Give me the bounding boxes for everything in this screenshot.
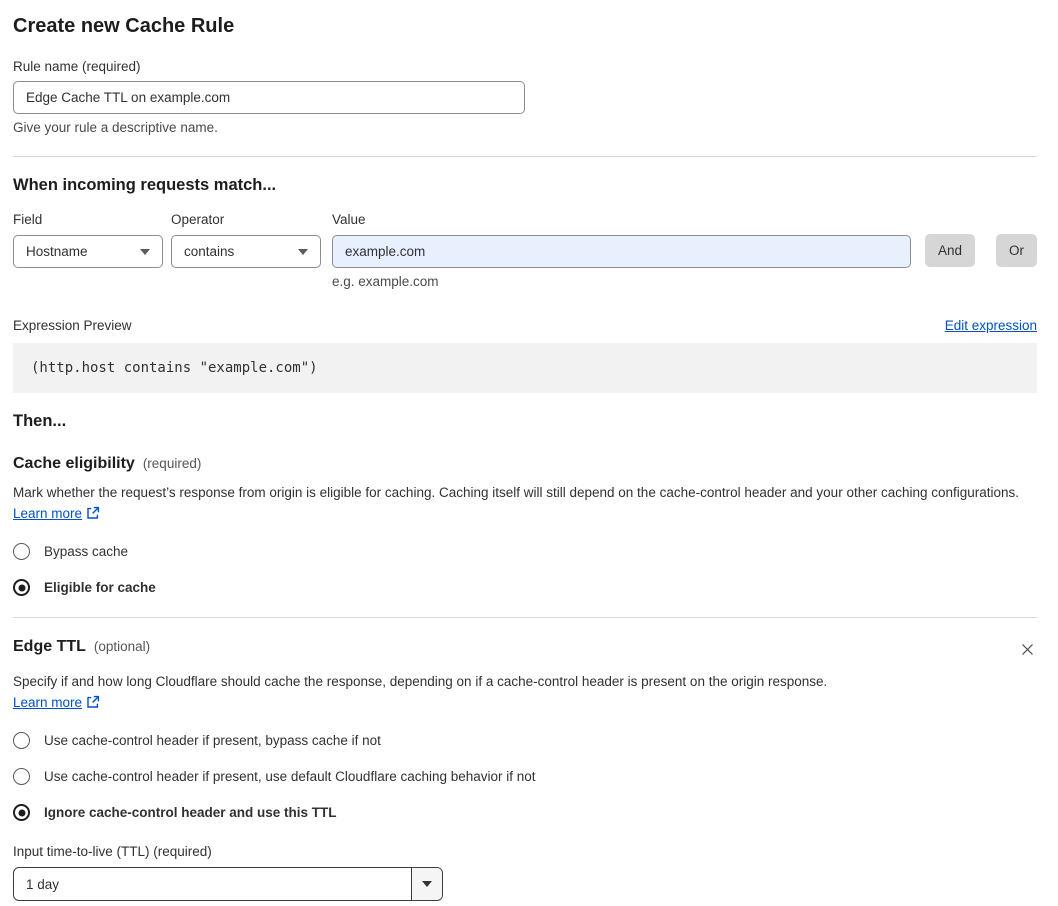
radio-icon[interactable] (13, 768, 30, 785)
rule-name-helper: Give your rule a descriptive name. (13, 120, 218, 135)
ttl-input-group: Input time-to-live (TTL) (required) 1 da… (13, 844, 1037, 901)
radio-label: Use cache-control header if present, use… (44, 769, 536, 784)
section-divider (13, 617, 1037, 618)
required-tag: (required) (142, 456, 202, 471)
section-divider (13, 156, 1037, 157)
close-icon (1022, 644, 1033, 655)
close-edge-ttl-button[interactable] (1018, 640, 1037, 662)
expression-preview-row: Expression Preview Edit expression (13, 318, 1037, 333)
radio-icon[interactable] (13, 804, 30, 821)
cache-eligibility-section: Cache eligibility (required) Mark whethe… (13, 455, 1037, 596)
radio-option-ignore-header-use-ttl[interactable]: Ignore cache-control header and use this… (13, 804, 1037, 821)
chevron-down-icon (140, 248, 150, 255)
radio-option-use-header-default[interactable]: Use cache-control header if present, use… (13, 768, 1037, 785)
match-heading: When incoming requests match... (13, 176, 277, 194)
value-label: Value (332, 212, 366, 227)
radio-icon[interactable] (13, 579, 30, 596)
operator-select-value: contains (184, 244, 235, 259)
learn-more-link[interactable]: Learn more (13, 506, 82, 521)
page-title: Create new Cache Rule (13, 15, 235, 37)
radio-label: Ignore cache-control header and use this… (44, 805, 337, 820)
operator-select[interactable]: contains (171, 235, 321, 268)
radio-label: Bypass cache (44, 544, 129, 559)
edit-expression-link[interactable]: Edit expression (945, 318, 1037, 333)
ttl-select-arrow-button[interactable] (411, 868, 442, 900)
radio-label: Eligible for cache (44, 580, 156, 595)
external-link-icon (87, 506, 100, 519)
radio-option-eligible-for-cache[interactable]: Eligible for cache (13, 579, 1037, 596)
edge-ttl-description-text: Specify if and how long Cloudflare shoul… (13, 674, 828, 689)
field-select[interactable]: Hostname (13, 235, 163, 268)
ttl-select[interactable]: 1 day (13, 867, 443, 901)
chevron-down-icon (298, 248, 308, 255)
rule-name-label: Rule name (required) (13, 59, 141, 74)
radio-icon[interactable] (13, 543, 30, 560)
value-column: Value e.g. example.com (332, 212, 911, 289)
value-helper: e.g. example.com (332, 274, 439, 289)
operator-column: Operator contains (171, 212, 321, 268)
ttl-select-value: 1 day (26, 876, 60, 892)
field-label: Field (13, 212, 43, 227)
operator-label: Operator (171, 212, 225, 227)
radio-option-bypass-cache[interactable]: Bypass cache (13, 543, 1037, 560)
optional-tag: (optional) (93, 639, 151, 654)
chevron-down-icon (422, 881, 432, 887)
cache-eligibility-heading-row: Cache eligibility (required) (13, 455, 1037, 473)
edge-ttl-section: Edge TTL (optional) Specify if and how l… (13, 638, 1037, 901)
edge-ttl-heading-row: Edge TTL (optional) (13, 638, 150, 656)
cache-eligibility-heading: Cache eligibility (13, 455, 135, 472)
value-input[interactable] (332, 235, 911, 268)
radio-label: Use cache-control header if present, byp… (44, 733, 381, 748)
match-row: Field Hostname Operator contains Value e… (13, 212, 1037, 289)
edge-ttl-header-row: Edge TTL (optional) (13, 638, 1037, 662)
rule-name-input[interactable] (13, 81, 525, 114)
ttl-label: Input time-to-live (TTL) (required) (13, 844, 212, 859)
create-cache-rule-form: Create new Cache Rule Rule name (require… (0, 0, 1058, 901)
cache-eligibility-description-text: Mark whether the request’s response from… (13, 485, 1020, 500)
external-link-icon (87, 695, 100, 708)
radio-option-use-header-bypass[interactable]: Use cache-control header if present, byp… (13, 732, 1037, 749)
cache-eligibility-description: Mark whether the request’s response from… (13, 482, 1025, 524)
field-select-value: Hostname (26, 244, 88, 259)
radio-icon[interactable] (13, 732, 30, 749)
and-button[interactable]: And (924, 234, 975, 267)
expression-preview-label: Expression Preview (13, 318, 132, 333)
rule-name-group: Rule name (required) Give your rule a de… (13, 59, 1037, 135)
expression-code-block: (http.host contains "example.com") (13, 343, 1037, 393)
field-column: Field Hostname (13, 212, 163, 268)
then-heading: Then... (13, 412, 67, 430)
learn-more-link[interactable]: Learn more (13, 695, 82, 710)
edge-ttl-heading: Edge TTL (13, 638, 86, 655)
or-button[interactable]: Or (996, 234, 1037, 267)
edge-ttl-description: Specify if and how long Cloudflare shoul… (13, 671, 845, 713)
